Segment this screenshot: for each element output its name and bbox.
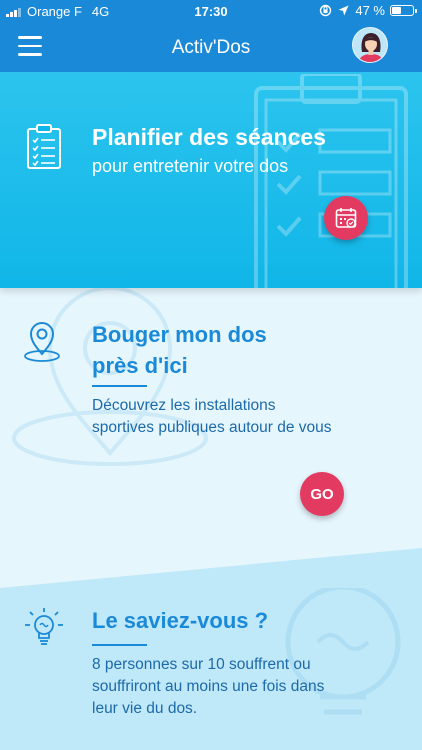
status-bar: Orange F 4G 17:30 47 %	[0, 0, 422, 22]
calendar-check-icon	[335, 208, 357, 228]
clipboard-checklist-icon	[27, 124, 61, 169]
location-arrow-icon	[338, 5, 349, 16]
did-you-know-card: Le saviez-vous ? 8 personnes sur 10 souf…	[0, 588, 422, 750]
move-nearby-title-line2: près d'ici	[92, 353, 188, 378]
app-header: Activ'Dos	[0, 22, 422, 72]
plan-sessions-title: Planifier des séances	[92, 124, 326, 150]
move-nearby-card[interactable]: Bouger mon dos près d'ici Découvrez les …	[0, 288, 422, 588]
clipboard-background-illustration	[254, 74, 408, 288]
user-avatar[interactable]	[352, 27, 388, 63]
move-nearby-title: Bouger mon dos près d'ici	[92, 319, 322, 381]
orientation-lock-icon	[320, 4, 332, 17]
battery-level	[392, 7, 401, 14]
move-nearby-description: Découvrez les installations sportives pu…	[92, 397, 332, 436]
card-divider-shape	[0, 548, 422, 588]
location-pin-icon	[24, 322, 60, 362]
title-underline	[92, 644, 147, 646]
status-right: 47 %	[313, 3, 417, 18]
title-underline	[92, 385, 147, 387]
plan-sessions-subtitle: pour entretenir votre dos	[92, 156, 289, 176]
did-you-know-title: Le saviez-vous ?	[92, 608, 269, 633]
calendar-check-button[interactable]	[324, 196, 368, 240]
go-button[interactable]: GO	[300, 472, 344, 516]
battery-icon	[390, 5, 417, 16]
plan-sessions-card[interactable]: Planifier des séances pour entretenir vo…	[0, 72, 422, 288]
map-pin-background-illustration	[12, 288, 208, 466]
lightbulb-icon	[25, 608, 63, 645]
did-you-know-description: 8 personnes sur 10 souffrent ou souffrir…	[92, 656, 325, 717]
move-nearby-title-line1: Bouger mon dos	[92, 322, 267, 347]
battery-percent: 47 %	[355, 3, 385, 18]
